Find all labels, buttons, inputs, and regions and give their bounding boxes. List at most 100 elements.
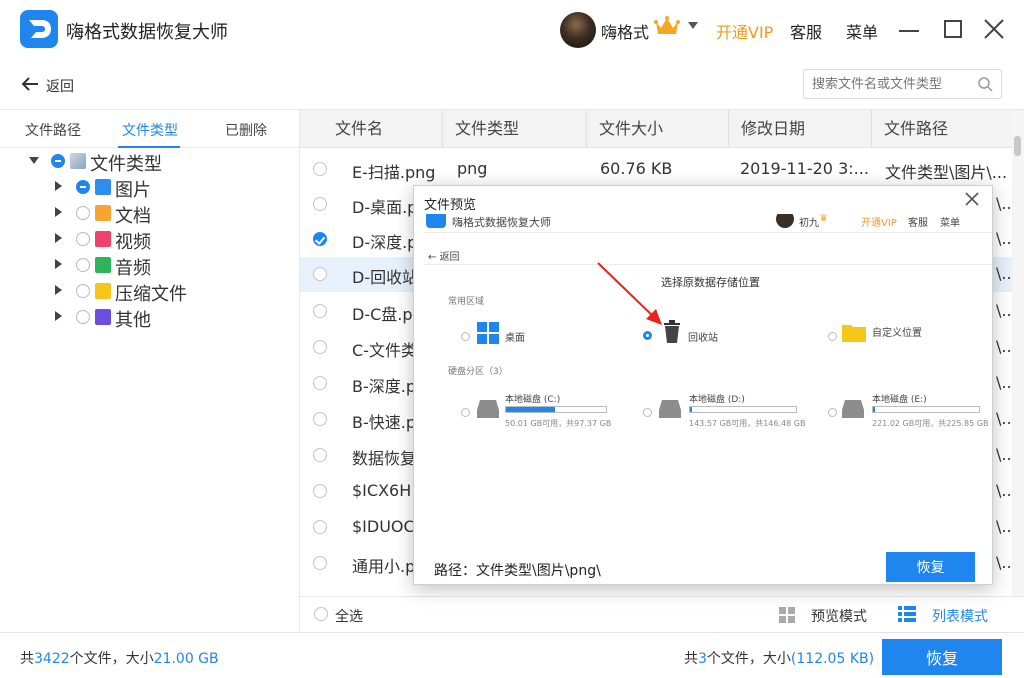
tree-checkbox[interactable] bbox=[76, 258, 90, 272]
expand-icon[interactable] bbox=[55, 311, 62, 321]
row-checkbox[interactable] bbox=[313, 448, 327, 462]
tree-item-archives[interactable]: 压缩文件 bbox=[0, 278, 300, 305]
preview-app-title: 嗨格式数据恢复大师 bbox=[452, 216, 551, 229]
expand-icon[interactable] bbox=[55, 207, 62, 217]
search-input[interactable] bbox=[812, 75, 972, 93]
tree-checkbox[interactable] bbox=[76, 284, 90, 298]
grid-icon[interactable] bbox=[779, 607, 795, 623]
left-tabs: 文件路径 文件类型 已删除 bbox=[0, 110, 300, 148]
preview-folder-icon bbox=[842, 325, 866, 342]
select-all-label[interactable]: 全选 bbox=[335, 606, 363, 626]
cell-name: D-回收站 bbox=[352, 268, 419, 287]
document-icon bbox=[95, 205, 111, 221]
tree-checkbox[interactable] bbox=[76, 232, 90, 246]
tree-item-documents[interactable]: 文档 bbox=[0, 200, 300, 227]
cell-name: $IDUOC bbox=[352, 517, 415, 536]
select-all-checkbox[interactable] bbox=[314, 607, 328, 621]
cell-path: 文件类型\图片\... bbox=[885, 163, 1008, 182]
preview-drive-bar-fill bbox=[506, 407, 555, 412]
collapse-icon[interactable] bbox=[29, 157, 39, 164]
cell-name: C-文件类 bbox=[352, 341, 417, 360]
column-header-size[interactable]: 文件大小 bbox=[587, 110, 729, 148]
back-button[interactable]: 返回 bbox=[46, 76, 74, 96]
tree-item-other[interactable]: 其他 bbox=[0, 304, 300, 331]
service-link[interactable]: 客服 bbox=[790, 19, 822, 43]
preview-mode-button[interactable]: 预览模式 bbox=[811, 606, 867, 626]
row-checkbox[interactable] bbox=[313, 267, 327, 281]
left-panel: 文件路径 文件类型 已删除 文件类型 图片 文档 视频 音频 压缩文件 其他 bbox=[0, 110, 300, 632]
list-icon[interactable] bbox=[898, 606, 916, 622]
annotation-arrow bbox=[597, 262, 662, 325]
expand-icon[interactable] bbox=[55, 181, 62, 191]
tree-checkbox[interactable] bbox=[76, 310, 90, 324]
preview-location-desktop: 桌面 bbox=[505, 333, 525, 344]
row-checkbox[interactable] bbox=[313, 484, 327, 498]
row-checkbox[interactable] bbox=[313, 520, 327, 534]
dialog-recover-button[interactable]: 恢复 bbox=[886, 552, 975, 582]
table-row[interactable]: E-扫描.png png 60.76 KB 2019-11-20 3:... 文… bbox=[300, 152, 1012, 187]
preview-common-section: 常用区域 bbox=[448, 297, 485, 307]
row-checkbox[interactable] bbox=[313, 556, 327, 570]
tree-item-label: 文档 bbox=[115, 206, 151, 227]
preview-avatar bbox=[776, 214, 794, 228]
cell-name: D-C盘.p bbox=[352, 305, 413, 324]
total-summary: 共3422个文件，大小21.00 GB bbox=[20, 651, 219, 667]
archive-icon bbox=[95, 283, 111, 299]
expand-icon[interactable] bbox=[55, 233, 62, 243]
tab-file-path[interactable]: 文件路径 bbox=[25, 120, 81, 140]
preview-radio bbox=[643, 408, 652, 417]
row-checkbox[interactable] bbox=[313, 412, 327, 426]
row-checkbox[interactable] bbox=[313, 376, 327, 390]
tree-checkbox[interactable] bbox=[51, 154, 65, 168]
tree-checkbox[interactable] bbox=[76, 206, 90, 220]
close-icon[interactable] bbox=[983, 18, 1005, 40]
row-checkbox[interactable] bbox=[313, 162, 327, 176]
audio-icon bbox=[95, 257, 111, 273]
maximize-icon[interactable] bbox=[944, 20, 962, 38]
tree-item-images[interactable]: 图片 bbox=[0, 174, 300, 201]
minimize-icon[interactable] bbox=[899, 30, 919, 32]
dialog-header: 文件预览 bbox=[414, 186, 992, 216]
row-checkbox[interactable] bbox=[313, 304, 327, 318]
back-arrow-icon[interactable] bbox=[20, 74, 40, 94]
tree-root[interactable]: 文件类型 bbox=[0, 148, 300, 175]
search-box[interactable] bbox=[803, 69, 1002, 99]
scrollbar-track[interactable] bbox=[1012, 110, 1024, 596]
tree-item-audio[interactable]: 音频 bbox=[0, 252, 300, 279]
row-checkbox-checked[interactable] bbox=[313, 232, 327, 246]
menu-link[interactable]: 菜单 bbox=[846, 19, 878, 43]
preview-drive-detail: 143.57 GB可用，共146.48 GB bbox=[689, 419, 806, 428]
preview-location-custom: 自定义位置 bbox=[872, 328, 922, 339]
row-checkbox[interactable] bbox=[313, 197, 327, 211]
expand-icon[interactable] bbox=[55, 259, 62, 269]
dialog-title: 文件预览 bbox=[424, 198, 477, 213]
column-header-path[interactable]: 文件路径 bbox=[872, 110, 1012, 148]
dialog-close-icon[interactable] bbox=[965, 192, 979, 206]
column-header-date[interactable]: 修改日期 bbox=[729, 110, 872, 148]
tree-item-videos[interactable]: 视频 bbox=[0, 226, 300, 253]
scrollbar-thumb[interactable] bbox=[1014, 136, 1021, 156]
tree-checkbox[interactable] bbox=[76, 180, 90, 194]
dialog-path-label: 路径：文件类型\图片\png\ bbox=[434, 563, 601, 579]
preview-divider bbox=[424, 264, 992, 265]
column-header-name[interactable]: 文件名 bbox=[300, 110, 443, 148]
vip-link[interactable]: 开通VIP bbox=[716, 19, 773, 43]
avatar[interactable] bbox=[560, 12, 596, 48]
preview-vip-label: 开通VIP bbox=[861, 218, 897, 229]
file-preview-dialog: 文件预览 嗨格式数据恢复大师 初九 ♛ 开通VIP 客服 菜单 ← 返回 选择原… bbox=[413, 185, 993, 585]
cell-name: E-扫描.png bbox=[352, 163, 436, 182]
tab-deleted[interactable]: 已删除 bbox=[225, 120, 267, 140]
cell-date: 2019-11-20 3:... bbox=[740, 159, 869, 178]
user-dropdown-icon[interactable] bbox=[688, 22, 698, 29]
list-mode-button[interactable]: 列表模式 bbox=[932, 606, 988, 626]
preview-drive-bar bbox=[505, 406, 607, 413]
user-name[interactable]: 嗨格式 bbox=[601, 19, 649, 43]
search-icon[interactable] bbox=[977, 76, 993, 92]
expand-icon[interactable] bbox=[55, 285, 62, 295]
tab-file-type[interactable]: 文件类型 bbox=[122, 120, 178, 140]
recover-button[interactable]: 恢复 bbox=[882, 639, 1002, 675]
column-header-type[interactable]: 文件类型 bbox=[443, 110, 587, 148]
preview-drive-bar bbox=[689, 406, 797, 413]
video-icon bbox=[95, 231, 111, 247]
row-checkbox[interactable] bbox=[313, 340, 327, 354]
